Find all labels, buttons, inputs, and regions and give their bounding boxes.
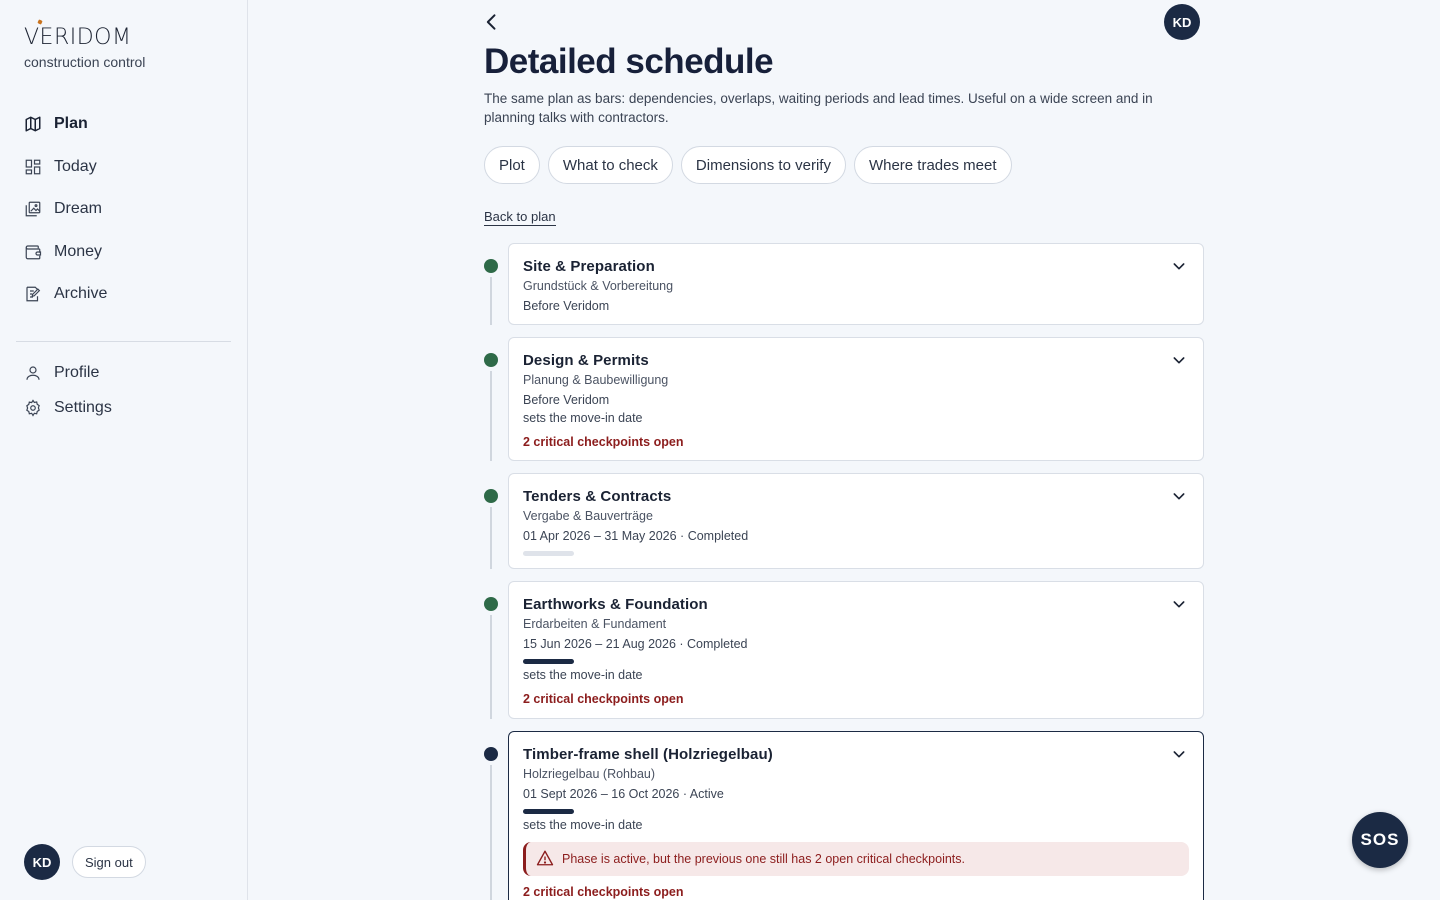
phase-progress-bar [523,659,574,664]
phase-status-dot [484,259,498,273]
page-title: Detailed schedule [484,42,774,81]
chip-where-trades-meet[interactable]: Where trades meet [853,146,1012,184]
page-intro: The same plan as bars: dependencies, ove… [484,91,1153,125]
sign-out-button[interactable]: Sign out [72,846,146,878]
phase-status-dot [484,489,498,503]
phase-note: sets the move-in date [523,818,643,832]
archive-edit-icon [24,285,42,303]
nav-item-label: Dream [54,200,103,217]
phase-title: Tenders & Contracts [523,488,672,505]
phase-status-dot [484,747,498,761]
chevron-down-icon[interactable] [1171,746,1187,762]
timeline-connector [490,765,492,900]
phase-subtitle: Holzriegelbau (Rohbau) [523,767,656,781]
critical-checkpoints: 2 critical checkpoints open [523,692,684,706]
brand-accent-mark [37,19,43,25]
gear-icon [24,399,42,417]
phase-card[interactable]: Tenders & Contracts Vergabe & Bauverträg… [508,473,1204,569]
timeline-connector [490,507,492,569]
chevron-down-icon[interactable] [1171,352,1187,368]
nav-item-label: Plan [54,115,88,132]
phase-card[interactable]: Site & Preparation Grundstück & Vorberei… [508,243,1204,325]
header-avatar[interactable]: KD [1164,4,1200,40]
chevron-down-icon[interactable] [1171,488,1187,504]
nav-item-profile[interactable]: Profile [24,359,234,387]
nav-item-label: Profile [54,364,100,381]
secondary-nav: Profile Settings [24,359,234,429]
phase-title: Timber-frame shell (Holzriegelbau) [523,746,773,763]
chevron-down-icon[interactable] [1171,596,1187,612]
phase-note: sets the move-in date [523,411,643,425]
nav-item-archive[interactable]: Archive [24,280,234,308]
critical-checkpoints: 2 critical checkpoints open [523,435,684,449]
back-chevron-icon[interactable] [482,12,502,32]
phase-warning: Phase is active, but the previous one st… [523,842,1189,876]
phase-subtitle: Erdarbeiten & Fundament [523,617,667,631]
phase-dates: Before Veridom [523,299,610,313]
phase-title: Design & Permits [523,352,649,369]
phase-subtitle: Vergabe & Bauverträge [523,509,653,523]
phase-status-dot [484,353,498,367]
nav-item-label: Settings [54,399,112,416]
nav-item-settings[interactable]: Settings [24,394,234,422]
nav-item-label: Money [54,242,103,260]
phase-subtitle: Planung & Baubewilligung [523,373,669,387]
map-icon [24,115,42,133]
timeline-connector [490,277,492,325]
phase-card[interactable]: Earthworks & Foundation Erdarbeiten & Fu… [508,581,1204,719]
phase-progress-bar [523,551,574,556]
phase-subtitle: Grundstück & Vorbereitung [523,279,674,293]
chevron-down-icon[interactable] [1171,258,1187,274]
critical-checkpoints: 2 critical checkpoints open [523,885,684,899]
phase-progress-bar [523,809,574,814]
warning-text: Phase is active, but the previous one st… [562,852,965,866]
phase-title: Earthworks & Foundation [523,596,708,613]
sidebar-divider [16,341,231,342]
phase-dates: 15 Jun 2026 – 21 Aug 2026 · Completed [523,637,748,651]
phase-dates: 01 Apr 2026 – 31 May 2026 · Completed [523,529,749,543]
phase-dates: Before Veridom [523,393,610,407]
timeline-connector [490,615,492,719]
filter-chips: Plot What to check Dimensions to verify … [484,146,1020,184]
chip-plot[interactable]: Plot [484,146,540,184]
sidebar: VERIDOM construction control Plan Today … [0,0,248,900]
phase-status-dot [484,597,498,611]
nav-item-money[interactable]: Money [24,238,234,266]
nav-item-dream[interactable]: Dream [24,195,234,223]
warning-triangle-icon [536,849,562,870]
phase-title: Site & Preparation [523,258,655,275]
nav-item-today[interactable]: Today [24,153,234,181]
phase-card[interactable]: Design & Permits Planung & Baubewilligun… [508,337,1204,461]
user-icon [24,364,42,382]
image-icon [24,200,42,218]
grid-icon [24,158,42,176]
phase-dates: 01 Sept 2026 – 16 Oct 2026 · Active [523,787,724,801]
brand-name: VERIDOM [24,25,132,50]
avatar[interactable]: KD [24,844,60,880]
sos-button[interactable]: SOS [1352,812,1408,868]
timeline-connector [490,371,492,461]
brand[interactable]: VERIDOM construction control [24,19,146,70]
chip-what-to-check[interactable]: What to check [547,146,673,184]
brand-logo: VERIDOM [24,19,145,52]
chip-dimensions-to-verify[interactable]: Dimensions to verify [680,146,846,184]
back-to-plan-link[interactable]: Back to plan [484,209,556,226]
main-nav: Plan Today Dream Money Archive [24,110,234,323]
wallet-icon [24,243,42,261]
user-row: KD Sign out [24,844,146,880]
phase-card[interactable]: Timber-frame shell (Holzriegelbau) Holzr… [508,731,1204,900]
brand-subtitle: construction control [24,54,146,70]
nav-item-plan[interactable]: Plan [24,110,234,138]
phase-note: sets the move-in date [523,668,643,682]
nav-item-label: Archive [54,285,108,302]
nav-item-label: Today [54,157,97,175]
